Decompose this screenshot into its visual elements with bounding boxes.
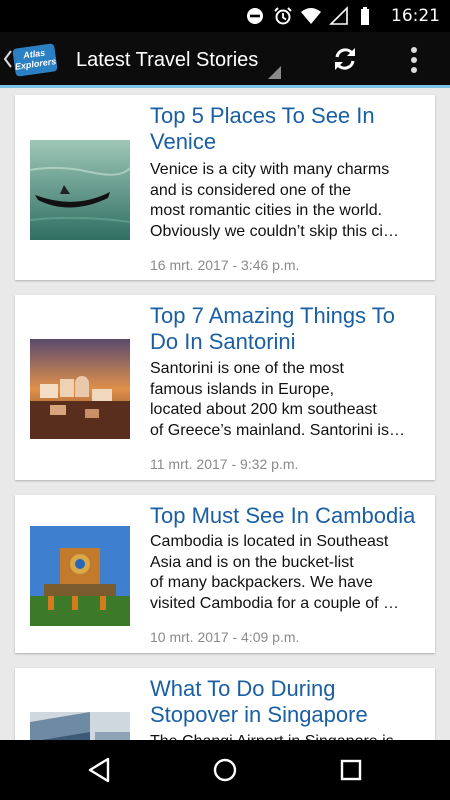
overflow-menu-icon[interactable]: [404, 42, 424, 78]
story-excerpt-line: located about 200 km southeast: [150, 401, 377, 418]
story-excerpt-line: Obviously we couldn’t skip this ci…: [150, 222, 399, 240]
app-bar: Atlas Explorers Latest Travel Stories: [0, 32, 450, 88]
story-title-line: Venice: [150, 129, 217, 154]
home-nav-icon[interactable]: [210, 755, 240, 785]
story-excerpt-line: and is considered one of the: [150, 181, 352, 199]
story-feed[interactable]: Top 5 Places To See In Venice Venice is …: [0, 91, 450, 740]
story-date: 16 mrt. 2017 - 3:46 p.m.: [150, 257, 300, 273]
do-not-disturb-icon: [247, 8, 263, 24]
story-title[interactable]: Top 7 Amazing Things To Do In Santorini: [150, 303, 421, 355]
story-title-line: Do In Santorini: [150, 329, 296, 354]
story-excerpt-line: Santorini is one of the most: [150, 360, 344, 377]
story-excerpt: Cambodia is located in Southeast Asia an…: [150, 532, 421, 614]
story-thumbnail-singapore: [30, 712, 130, 740]
story-excerpt: Venice is a city with many charms and is…: [150, 160, 421, 242]
clock: 16:21: [391, 6, 440, 26]
battery-icon: [361, 7, 369, 25]
story-thumbnail-cambodia: [30, 526, 130, 626]
back-nav-icon[interactable]: [84, 755, 114, 785]
wifi-icon: [301, 8, 321, 24]
story-title[interactable]: What To Do During Stopover in Singapore: [150, 676, 421, 728]
system-nav-bar: [0, 740, 450, 800]
story-card-venice[interactable]: Top 5 Places To See In Venice Venice is …: [15, 95, 435, 280]
story-title[interactable]: Top Must See In Cambodia: [150, 503, 421, 529]
story-title-line: What To Do During: [150, 676, 336, 701]
app-bar-title[interactable]: Latest Travel Stories: [76, 49, 258, 72]
story-excerpt-line: Asia and is on the bucket-list: [150, 553, 354, 571]
story-excerpt-line: most romantic cities in the world.: [150, 202, 383, 219]
story-title-line: Stopover in Singapore: [150, 702, 368, 727]
story-title[interactable]: Top 5 Places To See In Venice: [150, 103, 421, 155]
signal-icon: [329, 6, 348, 25]
story-excerpt-line: visited Cambodia for a couple of …: [150, 594, 400, 612]
app-logo[interactable]: Atlas Explorers: [12, 43, 58, 77]
story-excerpt-line: famous islands in Europe,: [150, 380, 335, 398]
story-thumbnail-venice: [30, 140, 130, 240]
refresh-icon[interactable]: [330, 44, 360, 74]
recents-nav-icon[interactable]: [336, 755, 366, 785]
story-excerpt-line: of many backpackers. We have: [150, 574, 373, 591]
story-card-cambodia[interactable]: Top Must See In Cambodia Cambodia is loc…: [15, 495, 435, 653]
story-date: 11 mrt. 2017 - 9:32 p.m.: [150, 456, 299, 472]
alarm-icon: [274, 7, 292, 25]
story-card-santorini[interactable]: Top 7 Amazing Things To Do In Santorini …: [15, 295, 435, 480]
story-excerpt-line: The Changi Airport in Singapore is: [150, 732, 421, 740]
story-excerpt-line: Venice is a city with many charms: [150, 161, 390, 178]
story-date: 10 mrt. 2017 - 4:09 p.m.: [150, 629, 300, 645]
story-excerpt-line: of Greece’s mainland. Santorini is…: [150, 421, 405, 439]
dropdown-indicator-icon[interactable]: [268, 66, 281, 79]
story-card-singapore[interactable]: What To Do During Stopover in Singapore …: [15, 668, 435, 740]
story-title-line: Top Must See In Cambodia: [150, 503, 416, 528]
story-title-line: Top 5 Places To See In: [150, 103, 375, 128]
story-excerpt: Santorini is one of the most famous isla…: [150, 359, 421, 441]
story-title-line: Top 7 Amazing Things To: [150, 303, 396, 328]
up-navigation-icon[interactable]: [3, 49, 13, 69]
story-thumbnail-santorini: [30, 339, 130, 439]
story-excerpt: The Changi Airport in Singapore is: [150, 732, 421, 740]
status-bar: 16:21: [0, 0, 450, 32]
story-excerpt-line: Cambodia is located in Southeast: [150, 533, 389, 550]
